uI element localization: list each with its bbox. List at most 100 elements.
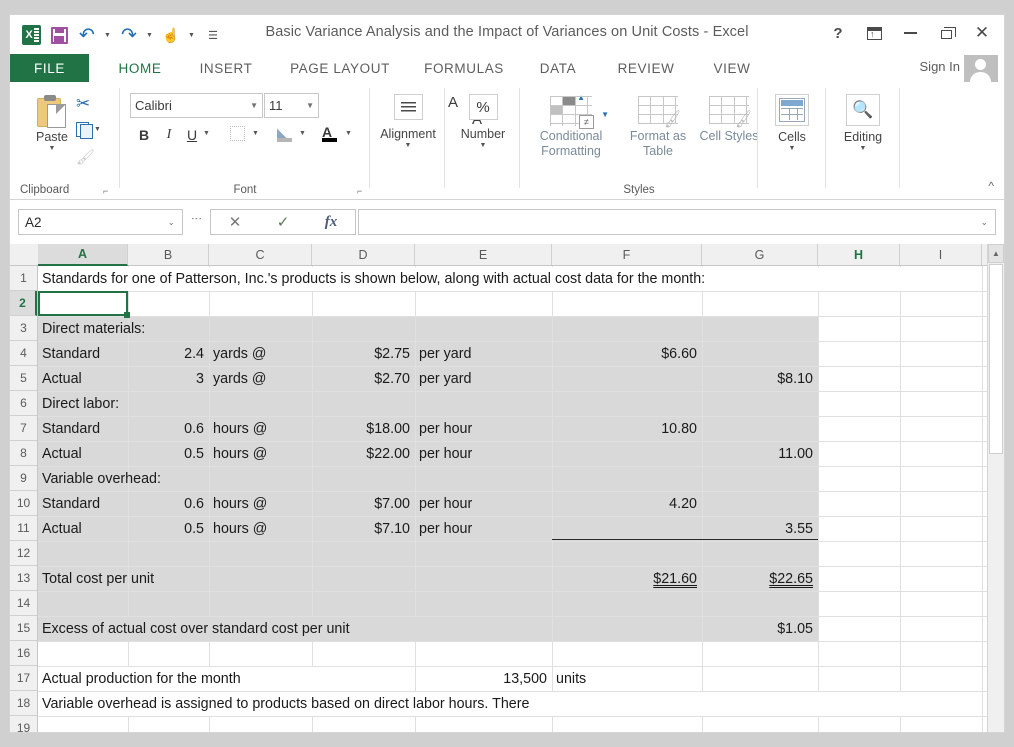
cell-E7[interactable]: per hour (415, 416, 552, 441)
paste-dropdown-icon[interactable]: ▼ (49, 145, 56, 152)
underline-button[interactable]: U (184, 125, 200, 145)
borders-button[interactable] (230, 126, 245, 141)
touch-mode-dropdown-icon[interactable]: ▼ (186, 22, 198, 48)
cell-A9[interactable]: Variable overhead: (38, 466, 161, 491)
row-header-5[interactable]: 5 (10, 366, 37, 391)
font-dialog-launcher[interactable]: ⌐ (357, 186, 366, 196)
cell-A5[interactable]: Actual (38, 366, 128, 391)
sign-in-button[interactable]: Sign In (920, 59, 960, 74)
fill-color-button[interactable]: ◣ (277, 124, 293, 142)
fill-color-dropdown-icon[interactable]: ▼ (299, 130, 306, 137)
borders-dropdown-icon[interactable]: ▼ (252, 130, 259, 137)
cell-D8[interactable]: $22.00 (312, 441, 415, 466)
editing-dropdown-icon[interactable]: ▼ (860, 145, 867, 152)
cell-D7[interactable]: $18.00 (312, 416, 415, 441)
row-header-6[interactable]: 6 (10, 391, 37, 416)
close-icon[interactable]: ✕ (964, 19, 1000, 47)
confirm-entry-button[interactable]: ✓ (259, 213, 307, 231)
cut-button[interactable]: ✂ (76, 94, 90, 114)
collapse-ribbon-icon[interactable]: ^ (988, 179, 994, 193)
cell-E8[interactable]: per hour (415, 441, 552, 466)
font-color-button[interactable]: A (322, 124, 338, 142)
cell-F7[interactable]: 10.80 (552, 416, 702, 441)
cell-A1[interactable]: Standards for one of Patterson, Inc.'s p… (38, 266, 989, 291)
number-dropdown-icon[interactable]: ▼ (480, 142, 487, 149)
restore-icon[interactable] (928, 19, 964, 47)
copy-button[interactable]: ▼ (76, 122, 101, 139)
cell-E11[interactable]: per hour (415, 516, 552, 541)
column-header-g[interactable]: G (702, 244, 818, 265)
conditional-formatting-button[interactable]: ≠ Conditional Formatting (526, 96, 616, 159)
row-header-15[interactable]: 15 (10, 616, 37, 641)
row-header-8[interactable]: 8 (10, 441, 37, 466)
cell-D11[interactable]: $7.10 (312, 516, 415, 541)
row-header-4[interactable]: 4 (10, 341, 37, 366)
cell-A7[interactable]: Standard (38, 416, 128, 441)
touch-mode-icon[interactable]: ☝ (158, 22, 184, 48)
insert-function-button[interactable]: fx (307, 214, 355, 231)
tab-view[interactable]: VIEW (694, 54, 770, 82)
cell-A11[interactable]: Actual (38, 516, 128, 541)
row-header-16[interactable]: 16 (10, 641, 37, 666)
save-icon[interactable] (46, 22, 72, 48)
cell-E10[interactable]: per hour (415, 491, 552, 516)
cell-B10[interactable]: 0.6 (128, 491, 209, 516)
chevron-down-icon[interactable]: ▼ (306, 101, 314, 110)
cell-D5[interactable]: $2.70 (312, 366, 415, 391)
row-header-9[interactable]: 9 (10, 466, 37, 491)
column-header-d[interactable]: D (312, 244, 415, 265)
cell-B4[interactable]: 2.4 (128, 341, 209, 366)
row-header-18[interactable]: 18 (10, 691, 37, 716)
cell-B7[interactable]: 0.6 (128, 416, 209, 441)
row-header-11[interactable]: 11 (10, 516, 37, 541)
cells-button[interactable]: Cells ▼ (764, 94, 820, 152)
cell-C7[interactable]: hours @ (209, 416, 312, 441)
row-header-14[interactable]: 14 (10, 591, 37, 616)
cell-styles-button[interactable]: 🖌 Cell Styles (698, 96, 760, 144)
cell-A15[interactable]: Excess of actual cost over standard cost… (38, 616, 989, 641)
row-header-19[interactable]: 19 (10, 716, 37, 732)
cell-A3[interactable]: Direct materials: (38, 316, 145, 341)
cell-B5[interactable]: 3 (128, 366, 209, 391)
cell-E5[interactable]: per yard (415, 366, 552, 391)
formula-bar-grip[interactable]: ⋮ (190, 213, 202, 224)
scroll-up-icon[interactable]: ▲ (988, 244, 1004, 263)
cell-A6[interactable]: Direct labor: (38, 391, 128, 416)
cell-C4[interactable]: yards @ (209, 341, 312, 366)
undo-dropdown-icon[interactable]: ▼ (102, 22, 114, 48)
cell-A8[interactable]: Actual (38, 441, 128, 466)
tab-home[interactable]: HOME (98, 54, 182, 82)
underline-dropdown-icon[interactable]: ▼ (203, 130, 210, 137)
column-header-h[interactable]: H (818, 244, 900, 265)
redo-icon[interactable]: ↷ (116, 22, 142, 48)
undo-icon[interactable]: ↶ (74, 22, 100, 48)
bold-button[interactable]: B (135, 125, 153, 145)
cell-F4[interactable]: $6.60 (552, 341, 702, 366)
expand-formula-bar-icon[interactable]: ⌄ (980, 217, 988, 228)
redo-dropdown-icon[interactable]: ▼ (144, 22, 156, 48)
chevron-down-icon[interactable]: ⌄ (167, 217, 175, 228)
editing-button[interactable]: 🔍 Editing ▼ (832, 94, 894, 152)
help-icon[interactable]: ? (820, 19, 856, 47)
column-header-i[interactable]: I (900, 244, 982, 265)
formula-input[interactable]: ⌄ (358, 209, 996, 235)
column-header-c[interactable]: C (209, 244, 312, 265)
row-header-10[interactable]: 10 (10, 491, 37, 516)
format-painter-button[interactable]: 🖌 (76, 148, 95, 167)
active-cell-selection[interactable] (38, 291, 130, 318)
tab-insert[interactable]: INSERT (182, 54, 270, 82)
cell-G5[interactable]: $8.10 (702, 366, 818, 391)
clipboard-dialog-launcher[interactable]: ⌐ (103, 186, 112, 196)
cell-G8[interactable]: 11.00 (702, 441, 818, 466)
cell-F17[interactable]: units (552, 666, 702, 691)
font-color-dropdown-icon[interactable]: ▼ (345, 130, 352, 137)
cell-E4[interactable]: per yard (415, 341, 552, 366)
cells-area[interactable]: Standards for one of Patterson, Inc.'s p… (38, 266, 1004, 732)
cell-D4[interactable]: $2.75 (312, 341, 415, 366)
cell-F13[interactable]: $21.60 (552, 566, 702, 591)
column-header-b[interactable]: B (128, 244, 209, 265)
minimize-icon[interactable] (892, 19, 928, 47)
cancel-entry-button[interactable]: ✕ (211, 213, 259, 231)
alignment-button[interactable]: Alignment ▼ (374, 94, 442, 149)
row-header-1[interactable]: 1 (10, 266, 37, 291)
